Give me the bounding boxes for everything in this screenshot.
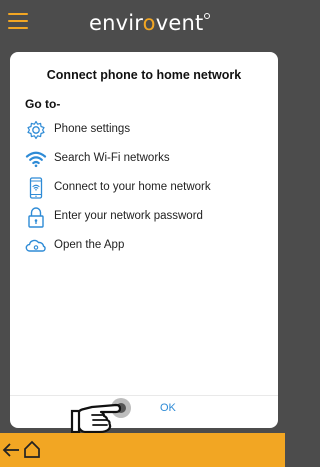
wifi-icon	[25, 151, 47, 168]
lock-icon	[28, 207, 44, 228]
back-arrow-icon[interactable]	[2, 440, 22, 460]
app-screen: envirovent Connect phone to home network…	[0, 0, 285, 467]
step-enter-password: Enter your network password	[25, 206, 275, 228]
phone-wifi-icon	[29, 177, 43, 199]
app-header: envirovent	[0, 0, 285, 48]
dialog-divider	[10, 395, 278, 396]
step-phone-settings: Phone settings	[25, 119, 275, 141]
instruction-dialog: Connect phone to home network Go to- Pho…	[10, 52, 278, 428]
goto-label: Go to-	[25, 97, 61, 111]
step-open-app: Open the App	[25, 235, 275, 257]
gear-icon	[27, 120, 45, 140]
step-search-wifi: Search Wi-Fi networks	[25, 148, 275, 170]
home-icon[interactable]	[22, 439, 42, 459]
ok-button[interactable]: OK	[160, 402, 176, 414]
pointing-hand-icon	[70, 398, 131, 434]
step-connect-home-network: Connect to your home network	[25, 177, 275, 199]
envirovent-logo: envirovent	[89, 10, 211, 36]
dialog-title: Connect phone to home network	[46, 68, 242, 82]
cloud-icon	[25, 239, 46, 252]
hamburger-menu-icon[interactable]	[8, 11, 30, 31]
bottom-nav-bar	[0, 433, 285, 467]
